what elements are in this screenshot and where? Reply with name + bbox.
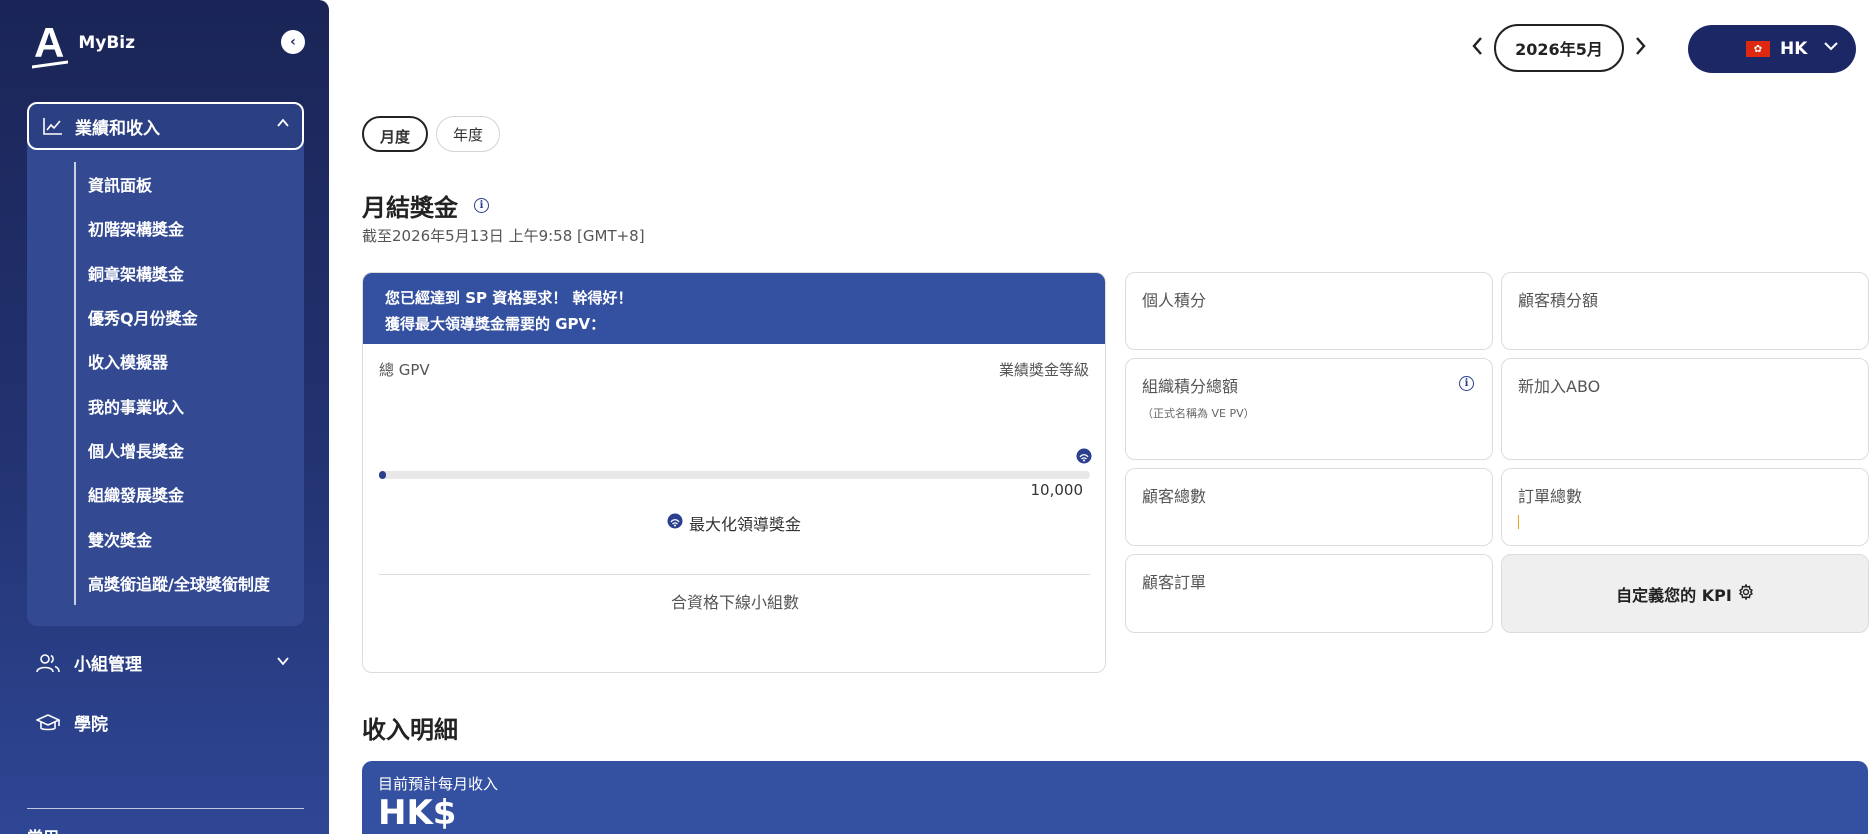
- income-currency: HK$: [378, 793, 457, 833]
- graduation-cap-icon: [36, 713, 60, 733]
- logo-mark: A: [34, 19, 65, 66]
- sidebar: A MyBiz ‹ 業績和收入 資訊面板 初階架構獎金 銅章架構獎金 優秀Q月份…: [0, 0, 329, 834]
- kpi-note: （正式名稱為 VE PV）: [1142, 407, 1255, 420]
- hk-flag-icon: ✿: [1746, 41, 1770, 57]
- kpi-customer-count[interactable]: 顧客總數: [1125, 468, 1493, 546]
- sidebar-item-academy[interactable]: 學院: [36, 710, 108, 735]
- period-tabs: 月度 年度: [362, 116, 501, 152]
- sidebar-item-personal-growth-bonus[interactable]: 個人增長獎金: [88, 428, 270, 472]
- chevron-up-icon: [276, 115, 290, 134]
- info-icon[interactable]: i: [474, 198, 489, 213]
- next-month-button[interactable]: [1634, 35, 1648, 62]
- logo[interactable]: A MyBiz: [34, 22, 135, 64]
- sidebar-item-basic-bonus[interactable]: 初階架構獎金: [88, 206, 270, 250]
- customize-kpi-label: 自定義您的 KPI: [1616, 585, 1732, 605]
- tab-yearly[interactable]: 年度: [436, 116, 501, 152]
- medal-icon: [1076, 448, 1092, 468]
- kpi-new-abo[interactable]: 新加入ABO: [1501, 358, 1869, 460]
- kpi-label: 顧客總數: [1142, 487, 1207, 506]
- collapse-sidebar-button[interactable]: ‹: [281, 30, 305, 54]
- section-title-monthly: 月結獎金 i: [362, 188, 489, 223]
- nav-group-performance: 業績和收入 資訊面板 初階架構獎金 銅章架構獎金 優秀Q月份獎金 收入模擬器 我…: [27, 102, 304, 626]
- sidebar-item-academy-label: 學院: [74, 715, 108, 735]
- gpv-target-value: 10,000: [1030, 481, 1084, 499]
- sidebar-item-bronze-bonus[interactable]: 銅章架構獎金: [88, 251, 270, 295]
- users-icon: [36, 653, 60, 673]
- kpi-label: 新加入ABO: [1518, 377, 1601, 396]
- kpi-order-count[interactable]: 訂單總數: [1501, 468, 1869, 546]
- kpi-label: 組織積分總額: [1142, 377, 1239, 396]
- info-icon[interactable]: i: [1459, 376, 1474, 391]
- sidebar-footer-label: 常用: [27, 824, 59, 834]
- income-banner: 目前預計每月收入 HK$: [362, 761, 1868, 834]
- loading-marker: [1518, 515, 1519, 529]
- max-leadership-bonus: 最大化領導獎金: [667, 511, 801, 535]
- kpi-label: 訂單總數: [1518, 487, 1583, 506]
- as-of-timestamp: 截至2026年5月13日 上午9:58 [GMT+8]: [362, 227, 645, 245]
- banner-line-1: 您已經達到 SP 資格要求！ 幹得好！: [385, 289, 633, 307]
- banner-line-2: 獲得最大領導獎金需要的 GPV：: [385, 315, 606, 333]
- nav-group-header-performance[interactable]: 業績和收入: [27, 102, 304, 150]
- sidebar-divider: [27, 808, 304, 809]
- qualified-legs-label: 合資格下線小組數: [670, 593, 799, 612]
- nav-sub-list: 資訊面板 初階架構獎金 銅章架構獎金 優秀Q月份獎金 收入模擬器 我的事業收入 …: [74, 162, 270, 605]
- nav-group-label: 業績和收入: [75, 118, 160, 139]
- monthly-title: 月結獎金: [362, 194, 458, 222]
- kpi-customer-points[interactable]: 顧客積分額: [1501, 272, 1869, 350]
- gpv-progress-card: 您已經達到 SP 資格要求！ 幹得好！ 獲得最大領導獎金需要的 GPV： 總 G…: [362, 272, 1106, 673]
- sidebar-item-twice-bonus[interactable]: 雙次獎金: [88, 516, 270, 560]
- logo-text: MyBiz: [78, 33, 136, 53]
- section-title-income: 收入明細: [362, 716, 458, 744]
- kpi-label: 顧客積分額: [1518, 291, 1599, 310]
- region-selector[interactable]: ✿ HK: [1688, 25, 1856, 73]
- bonus-level-label: 業績獎金等級: [998, 361, 1089, 379]
- tab-monthly[interactable]: 月度: [362, 116, 429, 152]
- gpv-progress-track: [379, 471, 1090, 479]
- kpi-personal-points[interactable]: 個人積分: [1125, 272, 1493, 350]
- gear-icon: [1738, 582, 1754, 604]
- sidebar-item-dashboard[interactable]: 資訊面板: [88, 162, 270, 206]
- region-code: HK: [1780, 39, 1808, 59]
- sidebar-item-group-growth-bonus[interactable]: 組織發展獎金: [88, 472, 270, 516]
- medal-icon: [667, 513, 683, 533]
- chevron-down-icon: [276, 653, 290, 672]
- kpi-label: 顧客訂單: [1142, 573, 1207, 592]
- month-picker[interactable]: 2026年5月: [1494, 24, 1624, 72]
- line-chart-icon: [43, 117, 63, 135]
- max-bonus-label: 最大化領導獎金: [689, 515, 802, 534]
- monthly-income-label: 目前預計每月收入: [378, 775, 499, 793]
- sidebar-item-income-simulator[interactable]: 收入模擬器: [88, 339, 270, 383]
- sidebar-item-pin-tracker[interactable]: 高獎銜追蹤/全球獎銜制度: [88, 561, 270, 605]
- sidebar-item-business-income[interactable]: 我的事業收入: [88, 383, 270, 427]
- prev-month-button[interactable]: [1470, 35, 1484, 62]
- customize-kpi-button[interactable]: 自定義您的 KPI: [1501, 554, 1869, 633]
- progress-banner: 您已經達到 SP 資格要求！ 幹得好！ 獲得最大領導獎金需要的 GPV：: [363, 273, 1105, 344]
- chevron-down-icon: [1822, 37, 1840, 60]
- total-gpv-label: 總 GPV: [379, 361, 430, 379]
- chevron-left-icon: ‹: [290, 34, 296, 50]
- sidebar-item-team-label: 小組管理: [74, 655, 142, 675]
- sidebar-item-team[interactable]: 小組管理: [36, 650, 289, 675]
- kpi-customer-orders[interactable]: 顧客訂單: [1125, 554, 1493, 633]
- kpi-org-points[interactable]: 組織積分總額 （正式名稱為 VE PV） i: [1125, 358, 1493, 460]
- date-navigator: 2026年5月: [1470, 24, 1648, 72]
- sidebar-item-q-month-bonus[interactable]: 優秀Q月份獎金: [88, 295, 270, 339]
- gpv-progress-fill: [379, 471, 387, 479]
- kpi-label: 個人積分: [1142, 291, 1207, 310]
- card-divider: [379, 574, 1090, 575]
